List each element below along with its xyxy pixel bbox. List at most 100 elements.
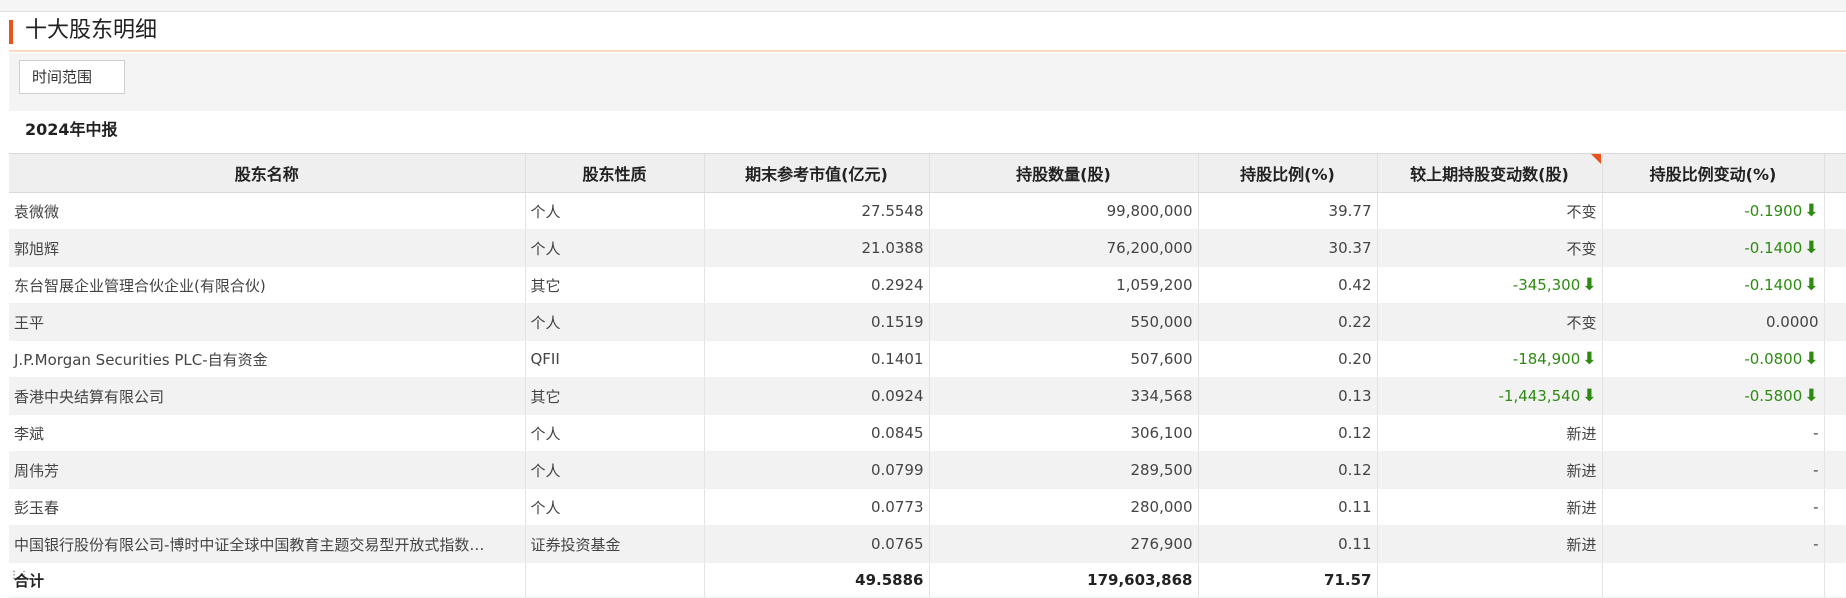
cell-holder-name: 李斌 [9, 414, 526, 452]
cell-ratio: 0.20 [1198, 340, 1378, 378]
column-header-holder-type[interactable]: 股东性质 [525, 153, 705, 193]
table-header-row: 股东名称 股东性质 期末参考市值(亿元) 持股数量(股) 持股比例(%) 较上期… [9, 153, 1846, 193]
cell-share-change: -345,300 ⬇ [1377, 266, 1603, 304]
cell-ratio-value: 0.13 [1338, 387, 1372, 405]
cell-holder-type-value: 个人 [530, 313, 561, 332]
cell-share-change: 新进 [1377, 488, 1603, 526]
cell-holder-name-value: 周伟芳 [14, 461, 60, 480]
cell-market-value-value: 0.0924 [871, 387, 924, 405]
cell-holder-name-value: 香港中央结算有限公司 [14, 387, 165, 406]
cell-share-change-value: 新进 [1566, 498, 1597, 517]
cell-holder-name: J.P.Morgan Securities PLC-自有资金 [9, 340, 526, 378]
table-row[interactable]: 周伟芳 个人 0.0799 289,500 0.12 新进 - [9, 451, 1846, 489]
cell-ratio-change: - [1602, 525, 1825, 563]
cell-holder-name-value: 李斌 [14, 424, 45, 443]
cell-share-change-value: 新进 [1566, 535, 1597, 554]
cell-shares-value: 276,900 [1130, 535, 1193, 553]
cell-holder-type-value: 其它 [530, 276, 561, 295]
drag-handle-icon[interactable]: ⋮⋮ [9, 571, 29, 588]
column-header-ratio[interactable]: 持股比例(%) [1198, 153, 1378, 193]
cell-shares: 507,600 [929, 340, 1199, 378]
table-row[interactable]: 香港中央结算有限公司 其它 0.0924 334,568 0.13 -1,443,540 ⬇… [9, 377, 1846, 415]
cell-ratio-change-value: - [1813, 424, 1819, 442]
table-row[interactable]: 袁微微 个人 27.5548 99,800,000 39.77 不变 -0.1900 ⬇ [9, 192, 1846, 230]
column-header-holder-name[interactable]: 股东名称 [9, 153, 526, 193]
cell-market-value-value: 0.1401 [871, 350, 924, 368]
time-range-button[interactable]: 时间范围 [19, 60, 125, 94]
cell-holder-name: 周伟芳 [9, 451, 526, 489]
cell-ratio-change-value: -0.0800 [1744, 350, 1803, 368]
arrow-down-icon: ⬇ [1582, 349, 1597, 369]
cell-share-change: 新进 [1377, 451, 1603, 489]
column-header-shares[interactable]: 持股数量(股) [929, 153, 1199, 193]
cell-spacer [1824, 414, 1846, 452]
table-row[interactable]: 李斌 个人 0.0845 306,100 0.12 新进 - [9, 414, 1846, 452]
cell-holder-type-value: 个人 [530, 424, 561, 443]
table-row[interactable]: 郭旭辉 个人 21.0388 76,200,000 30.37 不变 -0.1400 ⬇ [9, 229, 1846, 267]
cell-ratio-change-value: -0.1400 [1744, 239, 1803, 257]
table-row[interactable]: 东台智展企业管理合伙企业(有限合伙) 其它 0.2924 1,059,200 0.42-… [9, 266, 1846, 304]
table-row[interactable]: 中国银行股份有限公司-博时中证全球中国教育主题交易型开放式指数… 证券投资基金 0.… [9, 525, 1846, 563]
cell-holder-name: 袁微微 [9, 192, 526, 230]
cell-market-value-value: 0.0773 [871, 498, 924, 516]
cell-spacer [1824, 229, 1846, 267]
column-header-share-change-label: 较上期持股变动数(股) [1410, 165, 1569, 184]
cell-share-change: 不变 [1377, 192, 1603, 230]
cell-holder-type-value: 证券投资基金 [530, 535, 621, 554]
column-header-market-value[interactable]: 期末参考市值(亿元) [704, 153, 930, 193]
cell-holder-type: QFII [525, 340, 705, 378]
total-share-change-empty [1377, 562, 1603, 598]
cell-holder-name: 彭玉春 [9, 488, 526, 526]
cell-spacer [1824, 266, 1846, 304]
shareholders-panel: 十大股东明细 时间范围 2024年中报 股东名称 股东性质 期末参考市值(亿元)… [9, 12, 1846, 598]
cell-ratio: 0.13 [1198, 377, 1378, 415]
report-period-label: 2024年中报 [25, 120, 118, 139]
table-row[interactable]: J.P.Morgan Securities PLC-自有资金 QFII 0.1401… [9, 340, 1846, 378]
cell-share-change-value: -1,443,540 [1498, 387, 1581, 405]
filter-bar: 时间范围 [9, 53, 1846, 111]
cell-spacer [1824, 525, 1846, 563]
column-header-share-change[interactable]: 较上期持股变动数(股) [1377, 153, 1603, 193]
cell-ratio-change-value: - [1813, 498, 1819, 516]
cell-market-value-value: 27.5548 [861, 202, 924, 220]
cell-shares-value: 1,059,200 [1116, 276, 1193, 294]
cell-market-value: 0.1401 [704, 340, 930, 378]
cell-share-change-value: 新进 [1566, 461, 1597, 480]
total-market-value: 49.5886 [704, 562, 930, 598]
column-header-ratio-change[interactable]: 持股比例变动(%) [1602, 153, 1825, 193]
table-row[interactable]: 王平 个人 0.1519 550,000 0.22 不变 0.0000 [9, 303, 1846, 341]
cell-ratio-change: - [1602, 451, 1825, 489]
table-row[interactable]: 彭玉春 个人 0.0773 280,000 0.11 新进 - [9, 488, 1846, 526]
arrow-down-icon: ⬇ [1582, 386, 1597, 406]
cell-share-change: -1,443,540 ⬇ [1377, 377, 1603, 415]
cell-spacer [1824, 451, 1846, 489]
cell-shares: 99,800,000 [929, 192, 1199, 230]
cell-share-change-value: 新进 [1566, 424, 1597, 443]
cell-ratio-value: 0.20 [1338, 350, 1372, 368]
cell-ratio: 0.12 [1198, 414, 1378, 452]
cell-ratio-change-value: -0.5800 [1744, 387, 1803, 405]
cell-holder-type-value: 个人 [530, 461, 561, 480]
total-ratio-change-empty [1602, 562, 1825, 598]
cell-holder-name-value: 中国银行股份有限公司-博时中证全球中国教育主题交易型开放式指数… [14, 535, 485, 554]
cell-market-value: 0.1519 [704, 303, 930, 341]
cell-share-change: 不变 [1377, 303, 1603, 341]
cell-share-change-value: 不变 [1566, 239, 1597, 258]
cell-market-value-value: 0.0765 [871, 535, 924, 553]
cell-shares-value: 507,600 [1130, 350, 1193, 368]
cell-market-value: 0.2924 [704, 266, 930, 304]
arrow-down-icon: ⬇ [1804, 386, 1819, 406]
cell-holder-name-value: 王平 [14, 313, 45, 332]
cell-ratio: 0.42 [1198, 266, 1378, 304]
cell-holder-type: 其它 [525, 266, 705, 304]
cell-ratio: 0.22 [1198, 303, 1378, 341]
cell-holder-name-value: 东台智展企业管理合伙企业(有限合伙) [14, 276, 266, 295]
cell-ratio-change: -0.0800 ⬇ [1602, 340, 1825, 378]
cell-shares-value: 99,800,000 [1106, 202, 1193, 220]
cell-shares: 280,000 [929, 488, 1199, 526]
cell-shares-value: 306,100 [1130, 424, 1193, 442]
total-row: 合计 49.5886 179,603,868 71.57 [9, 562, 1846, 598]
arrow-down-icon: ⬇ [1804, 349, 1819, 369]
cell-holder-type: 个人 [525, 414, 705, 452]
cell-market-value-value: 0.0845 [871, 424, 924, 442]
